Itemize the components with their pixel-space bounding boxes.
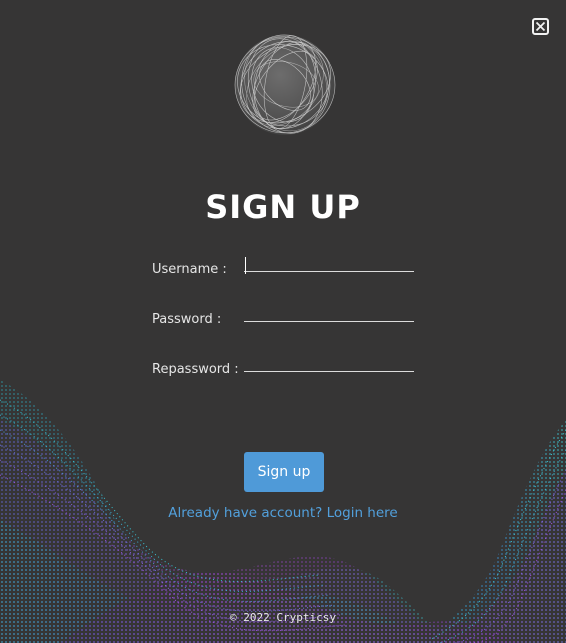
login-link[interactable]: Already have account? Login here	[0, 505, 566, 521]
close-button[interactable]	[532, 18, 549, 35]
close-icon	[535, 21, 546, 32]
repassword-label: Repassword :	[152, 362, 239, 377]
text-cursor	[245, 257, 246, 274]
username-row: Username :	[152, 250, 422, 286]
password-input[interactable]	[244, 300, 414, 322]
copyright-footer: © 2022 Crypticsy	[230, 611, 336, 624]
repassword-input[interactable]	[244, 350, 414, 372]
signup-button[interactable]: Sign up	[244, 452, 324, 492]
page-title: SIGN UP	[205, 188, 361, 226]
signup-window: SIGN UP Username : Password : Repassword…	[0, 0, 566, 643]
password-row: Password :	[152, 300, 422, 336]
password-label: Password :	[152, 312, 222, 327]
app-logo	[234, 34, 336, 135]
username-input[interactable]	[244, 250, 414, 272]
username-label: Username :	[152, 262, 227, 277]
wave-background	[0, 380, 566, 643]
repassword-row: Repassword :	[152, 350, 422, 386]
